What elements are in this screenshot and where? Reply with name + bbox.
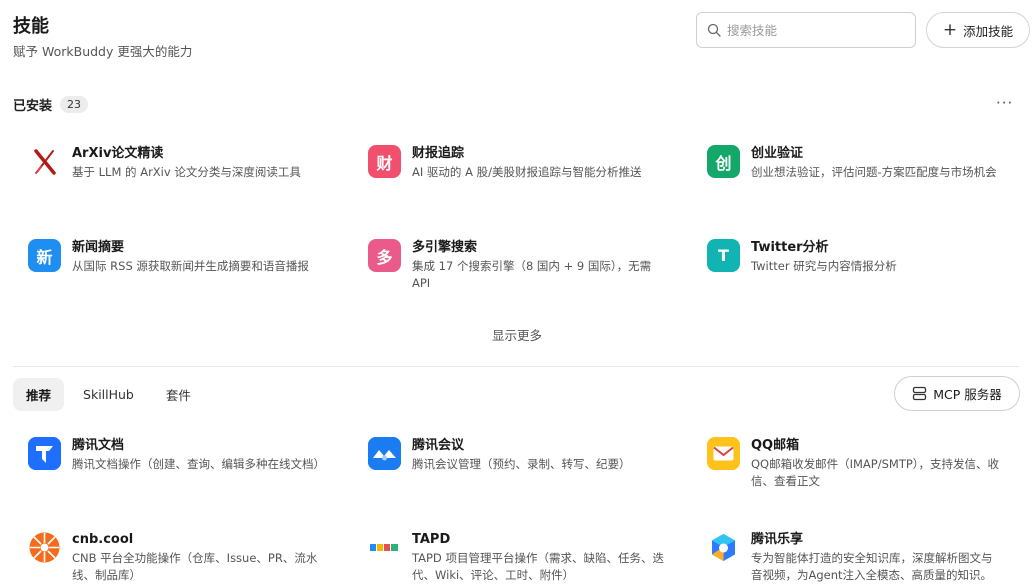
installed-skill-card[interactable]: 创 创业验证 创业想法验证，评估问题-方案匹配度与市场机会 — [707, 145, 1007, 181]
section-divider — [13, 366, 1019, 367]
skill-description: 创业想法验证，评估问题-方案匹配度与市场机会 — [751, 165, 997, 179]
skill-description: CNB 平台全功能操作（仓库、Issue、PR、流水线、制品库） — [72, 551, 318, 582]
plus-icon: + — [942, 19, 958, 40]
installed-skill-card[interactable]: 新 新闻摘要 从国际 RSS 源获取新闻并生成摘要和语音播报 — [28, 239, 328, 275]
page-title: 技能 — [13, 16, 49, 37]
skill-name: Twitter分析 — [751, 240, 829, 255]
cnb-icon — [28, 531, 61, 564]
tab-recommend[interactable]: 推荐 — [13, 378, 65, 411]
installed-skill-card[interactable]: 财 财报追踪 AI 驱动的 A 股/美股财报追踪与智能分析推送 — [368, 145, 668, 181]
add-skill-button[interactable]: + 添加技能 — [926, 12, 1030, 48]
tab-skillhub[interactable]: SkillHub — [70, 380, 147, 409]
skill-name: 财报追踪 — [412, 146, 465, 161]
server-icon — [913, 386, 927, 401]
skill-description: 基于 LLM 的 ArXiv 论文分类与深度阅读工具 — [72, 165, 301, 179]
search-box[interactable] — [696, 12, 916, 48]
installed-label: 已安装 — [13, 99, 53, 114]
mcp-server-label: MCP 服务器 — [933, 387, 1002, 402]
recommended-skill-card[interactable]: 腾讯会议 腾讯会议管理（预约、录制、转写、纪要） — [368, 437, 668, 473]
search-icon — [707, 23, 721, 37]
tapd-icon — [368, 531, 401, 564]
skill-name: QQ邮箱 — [751, 438, 800, 453]
twitter-analysis-icon: T — [707, 239, 740, 272]
recommended-skill-card[interactable]: QQ邮箱 QQ邮箱收发邮件（IMAP/SMTP），支持发信、收信、查看正文 — [707, 437, 1007, 490]
arxiv-icon — [28, 145, 61, 178]
skill-name: cnb.cool — [72, 532, 134, 547]
search-input[interactable] — [727, 22, 897, 38]
recommend-tabs: 推荐 SkillHub 套件 — [13, 378, 210, 411]
show-more-link[interactable]: 显示更多 — [0, 325, 1034, 344]
skill-name: 腾讯会议 — [412, 438, 465, 453]
installed-count-badge: 23 — [60, 96, 89, 113]
installed-skill-card[interactable]: 多 多引擎搜索 集成 17 个搜索引擎（8 国内 + 9 国际），无需 API — [368, 239, 668, 292]
skill-name: ArXiv论文精读 — [72, 146, 164, 161]
more-options-icon[interactable]: ··· — [996, 94, 1013, 112]
recommended-skill-card[interactable]: TAPD TAPD 项目管理平台操作（需求、缺陷、任务、迭代、Wiki、评论、工… — [368, 531, 668, 584]
skill-description: QQ邮箱收发邮件（IMAP/SMTP），支持发信、收信、查看正文 — [751, 457, 1000, 488]
skill-description: 腾讯文档操作（创建、查询、编辑多种在线文档） — [72, 457, 325, 471]
mcp-server-button[interactable]: MCP 服务器 — [894, 376, 1020, 411]
tencent-lexiang-icon — [707, 531, 740, 564]
skill-name: 多引擎搜索 — [412, 240, 478, 255]
skill-description: 集成 17 个搜索引擎（8 国内 + 9 国际），无需 API — [412, 259, 652, 290]
installed-header: 已安装 23 — [13, 95, 89, 114]
skill-name: 腾讯文档 — [72, 438, 125, 453]
installed-skill-card[interactable]: T Twitter分析 Twitter 研究与内容情报分析 — [707, 239, 1007, 275]
finance-report-icon: 财 — [368, 145, 401, 178]
tencent-docs-icon — [28, 437, 61, 470]
skill-description: AI 驱动的 A 股/美股财报追踪与智能分析推送 — [412, 165, 642, 179]
add-skill-label: 添加技能 — [963, 23, 1014, 39]
skill-name: TAPD — [412, 532, 451, 547]
skill-description: 从国际 RSS 源获取新闻并生成摘要和语音播报 — [72, 259, 309, 273]
skill-description: Twitter 研究与内容情报分析 — [751, 259, 897, 273]
startup-icon: 创 — [707, 145, 740, 178]
page-subtitle: 赋予 WorkBuddy 更强大的能力 — [13, 44, 193, 59]
recommended-skill-card[interactable]: 腾讯文档 腾讯文档操作（创建、查询、编辑多种在线文档） — [28, 437, 328, 473]
skill-name: 新闻摘要 — [72, 240, 125, 255]
qq-mail-icon — [707, 437, 740, 470]
skill-name: 腾讯乐享 — [751, 532, 804, 547]
skill-description: TAPD 项目管理平台操作（需求、缺陷、任务、迭代、Wiki、评论、工时、附件） — [412, 551, 664, 582]
recommended-skill-card[interactable]: cnb.cool CNB 平台全功能操作（仓库、Issue、PR、流水线、制品库… — [28, 531, 328, 584]
tab-suite[interactable]: 套件 — [153, 378, 204, 411]
tencent-meeting-icon — [368, 437, 401, 470]
installed-skill-card[interactable]: ArXiv论文精读 基于 LLM 的 ArXiv 论文分类与深度阅读工具 — [28, 145, 328, 181]
skill-name: 创业验证 — [751, 146, 804, 161]
news-icon: 新 — [28, 239, 61, 272]
skill-description: 腾讯会议管理（预约、录制、转写、纪要） — [412, 457, 631, 471]
recommended-skill-card[interactable]: 腾讯乐享 专为智能体打造的安全知识库，深度解析图文与音视频，为Agent注入全模… — [707, 531, 1007, 584]
multi-search-icon: 多 — [368, 239, 401, 272]
skill-description: 专为智能体打造的安全知识库，深度解析图文与音视频，为Agent注入全模态、高质量… — [751, 551, 993, 582]
